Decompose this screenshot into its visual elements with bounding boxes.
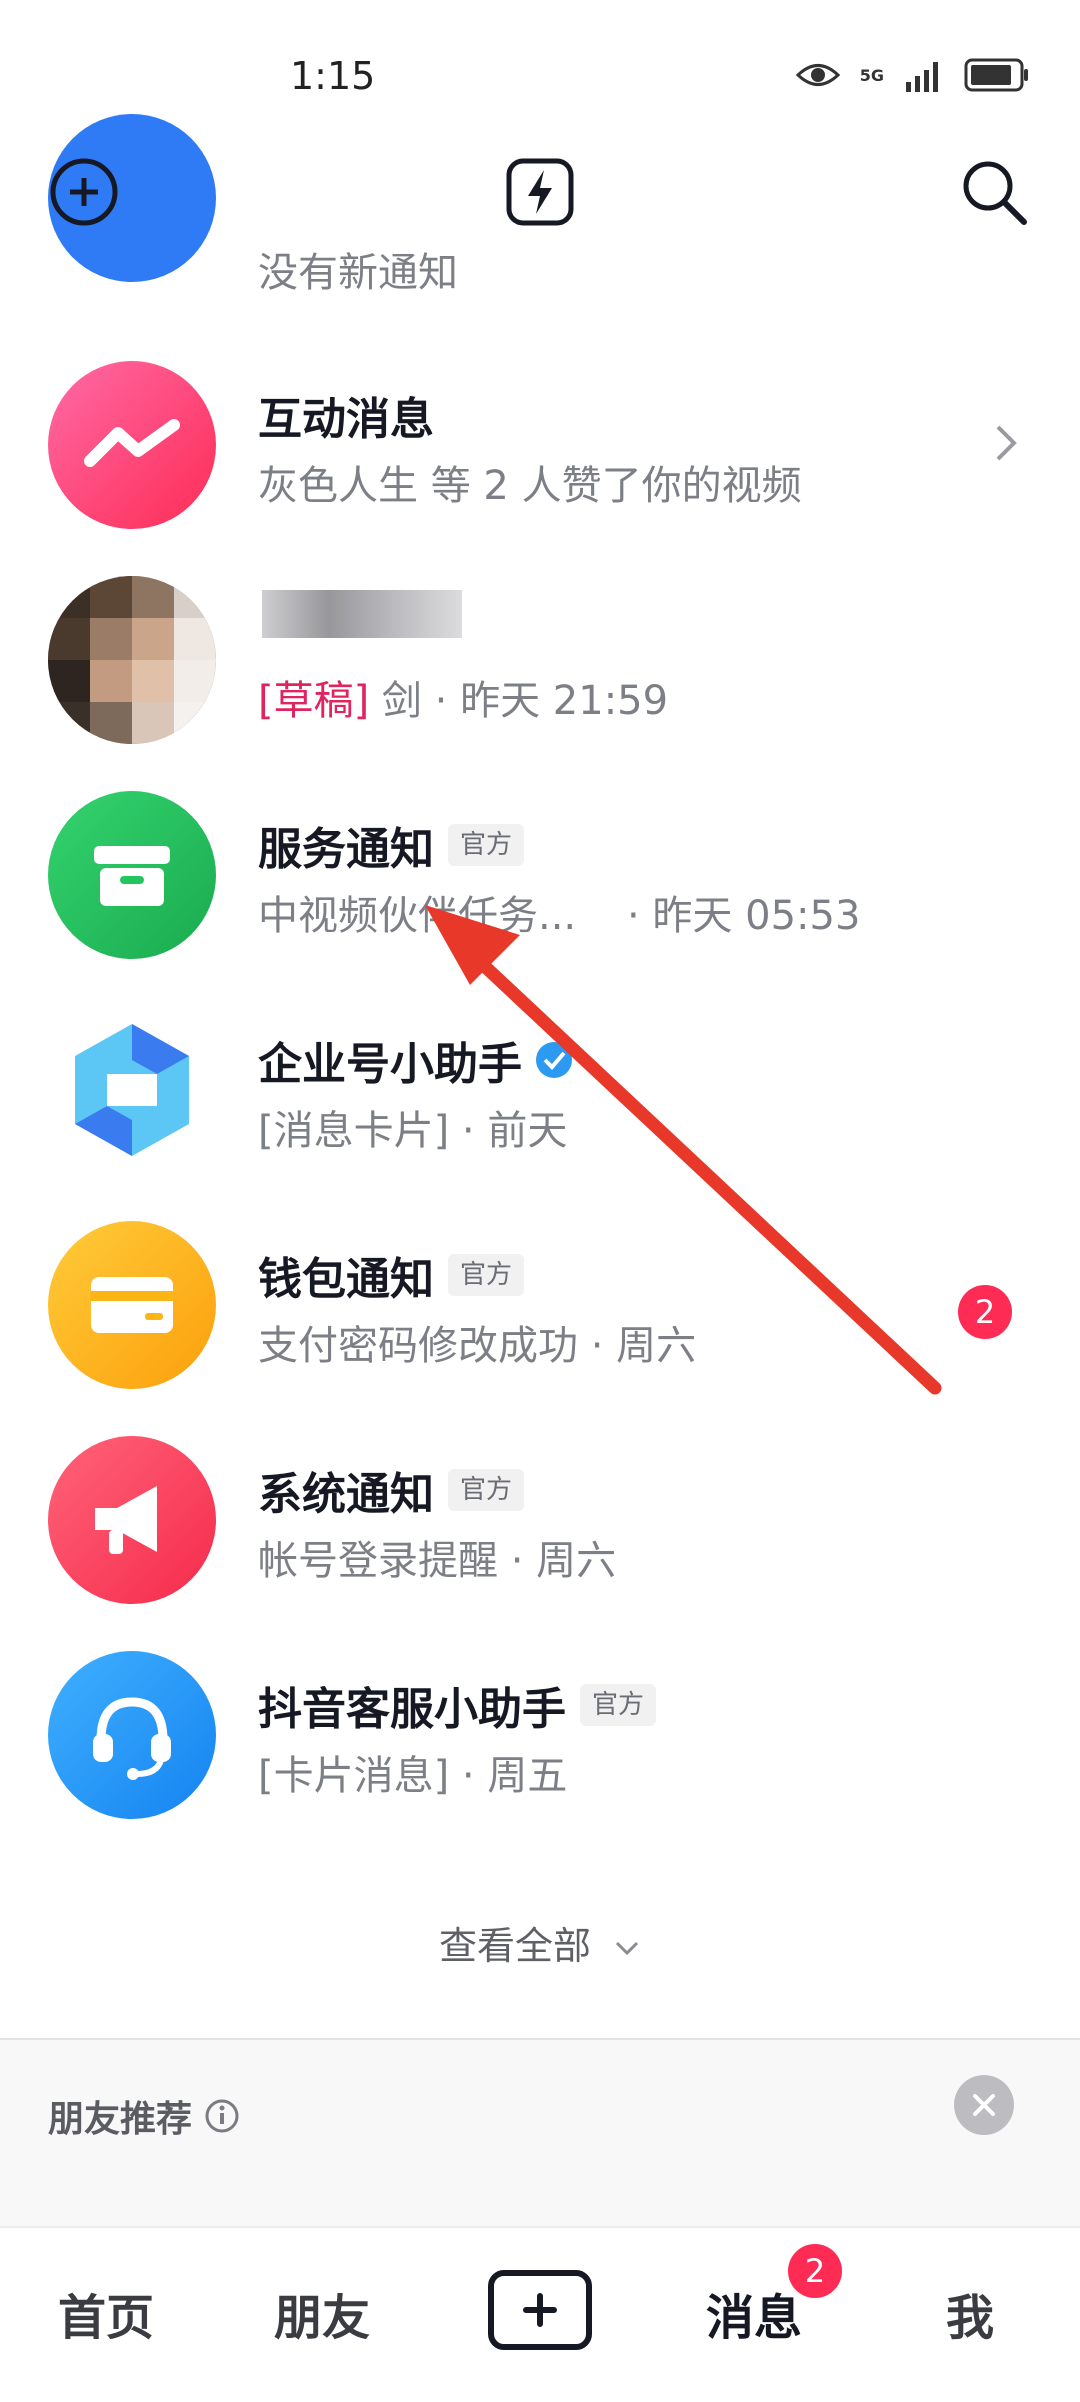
search-button[interactable] [954, 152, 1034, 232]
list-item-title: 抖音客服小助手 官方 [258, 1673, 657, 1737]
pixelated-photo [48, 576, 216, 744]
list-item-contact[interactable]: [草稿] 剑 · 昨天 21:59 [0, 560, 1080, 760]
create-button[interactable] [488, 2270, 592, 2350]
headset-icon [93, 1697, 171, 1780]
verified-icon [536, 1042, 572, 1078]
unread-badge: 2 [958, 1285, 1012, 1339]
top-bar [0, 140, 1080, 250]
friend-suggestions: 朋友推荐 [0, 2040, 1080, 2226]
add-button[interactable] [44, 152, 124, 232]
megaphone-icon [95, 1486, 157, 1554]
status-time: 1:15 [290, 54, 376, 98]
list-item-subtitle: 帐号登录提醒 · 周六 [258, 1538, 617, 1584]
official-badge: 官方 [448, 1469, 525, 1511]
messages-unread-badge: 2 [788, 2244, 842, 2298]
nav-messages[interactable]: 消息 [706, 2278, 802, 2348]
plus-circle-icon [50, 158, 118, 226]
nav-me[interactable]: 我 [946, 2278, 994, 2348]
list-item-title: 系统通知 官方 [258, 1458, 525, 1522]
signal-icon [906, 62, 938, 92]
enterprise-avatar [48, 1006, 216, 1174]
status-icons: 5G [795, 58, 1030, 92]
draft-tag: [草稿] [258, 678, 370, 724]
battery-icon [964, 58, 1028, 92]
friend-suggestions-title: 朋友推荐 [48, 2090, 240, 2142]
close-icon [973, 2094, 995, 2116]
title-text: 钱包通知 [258, 1254, 434, 1305]
title-text: 抖音客服小助手 [258, 1684, 566, 1735]
friend-suggestions-label: 朋友推荐 [48, 2099, 193, 2140]
title-text: 服务通知 [258, 824, 434, 875]
info-icon[interactable] [204, 2098, 240, 2134]
plus-icon [523, 2293, 557, 2327]
official-badge: 官方 [448, 824, 525, 866]
lightning-icon [506, 158, 574, 226]
list-item-subtitle: 支付密码修改成功 · 周六 [258, 1323, 697, 1369]
list-item-subtitle: 中视频伙伴任务... · 昨天 05:53 [258, 893, 861, 939]
lightning-chat-icon [84, 419, 180, 467]
list-item-subtitle: [卡片消息] · 周五 [258, 1753, 568, 1799]
view-all-label: 查看全部 [438, 1924, 591, 1968]
title-text: 企业号小助手 [258, 1039, 522, 1090]
official-badge: 官方 [448, 1254, 525, 1296]
box-icon [94, 846, 170, 906]
draft-detail: 剑 · 昨天 21:59 [369, 678, 669, 724]
nav-home[interactable]: 首页 [58, 2278, 154, 2348]
official-badge: 官方 [580, 1684, 657, 1726]
list-item-title: 钱包通知 官方 [258, 1243, 525, 1307]
list-item-customer-service[interactable]: 抖音客服小助手 官方 [卡片消息] · 周五 [0, 1635, 1080, 1835]
list-item-enterprise-assistant[interactable]: 企业号小助手 [消息卡片] · 前天 [0, 990, 1080, 1190]
customer-service-avatar [48, 1651, 216, 1819]
list-item-system-notice[interactable]: 系统通知 官方 帐号登录提醒 · 周六 [0, 1420, 1080, 1620]
close-suggestions-button[interactable] [954, 2075, 1014, 2135]
list-item-title: 服务通知 官方 [258, 813, 525, 877]
list-item-title: 企业号小助手 [258, 1028, 574, 1092]
list-item-wallet-notice[interactable]: 钱包通知 官方 支付密码修改成功 · 周六 2 [0, 1205, 1080, 1405]
list-item-interactions[interactable]: 互动消息 灰色人生 等 2 人赞了你的视频 [0, 345, 1080, 545]
list-item-service-notice[interactable]: 服务通知 官方 中视频伙伴任务... · 昨天 05:53 [0, 775, 1080, 975]
flash-button[interactable] [500, 152, 580, 232]
eye-icon [795, 64, 840, 86]
network-label: 5G [859, 65, 884, 85]
search-icon [963, 161, 1027, 225]
blurred-name [262, 590, 462, 638]
interaction-avatar [48, 361, 216, 529]
system-avatar [48, 1436, 216, 1604]
hexagon-logo-icon [75, 1024, 189, 1156]
view-all-button[interactable]: 查看全部 [0, 1915, 1080, 1970]
title-text: 系统通知 [258, 1469, 434, 1520]
card-icon [91, 1277, 173, 1333]
service-avatar [48, 791, 216, 959]
contact-avatar [48, 576, 216, 744]
chevron-right-icon [996, 425, 1017, 461]
nav-friends[interactable]: 朋友 [274, 2278, 370, 2348]
list-item-subtitle: 灰色人生 等 2 人赞了你的视频 [258, 463, 802, 509]
list-item-subtitle: [草稿] 剑 · 昨天 21:59 [258, 668, 668, 726]
list-item-subtitle: [消息卡片] · 前天 [258, 1108, 568, 1154]
list-item-title: 互动消息 [258, 394, 434, 445]
wallet-avatar [48, 1221, 216, 1389]
chevron-down-icon [615, 1941, 639, 1955]
